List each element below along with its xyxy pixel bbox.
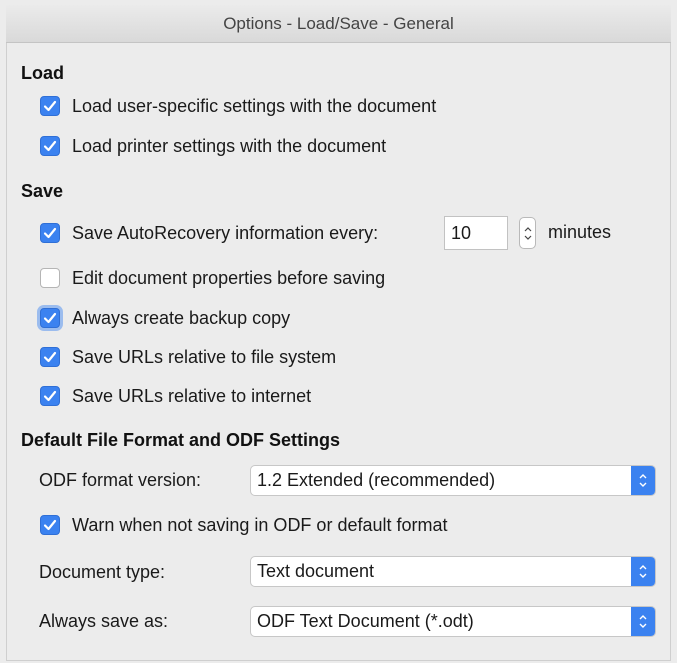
checkbox-checked-icon[interactable] bbox=[40, 515, 60, 535]
checkbox-label: Always create backup copy bbox=[72, 307, 291, 328]
stepper-up-icon[interactable] bbox=[524, 226, 532, 232]
checkbox-label: Edit document properties before saving bbox=[72, 267, 386, 288]
minutes-label: minutes bbox=[548, 222, 612, 242]
checkbox-label: Load printer settings with the document bbox=[72, 135, 387, 156]
checkbox-label: Save URLs relative to internet bbox=[72, 385, 312, 406]
odf-version-select[interactable]: 1.2 Extended (recommended) bbox=[250, 465, 656, 496]
checkbox-checked-icon[interactable] bbox=[40, 136, 60, 156]
document-type-label: Document type: bbox=[39, 562, 166, 582]
edit-properties-checkbox[interactable]: Edit document properties before saving bbox=[40, 265, 385, 291]
always-save-as-select[interactable]: ODF Text Document (*.odt) bbox=[250, 606, 656, 637]
load-printer-settings-checkbox[interactable]: Load printer settings with the document bbox=[40, 133, 386, 159]
checkbox-label: Save AutoRecovery information every: bbox=[72, 222, 379, 243]
always-save-as-label: Always save as: bbox=[39, 611, 169, 631]
format-heading: Default File Format and ODF Settings bbox=[21, 430, 341, 450]
checkbox-checked-icon[interactable] bbox=[40, 386, 60, 406]
autorecovery-minutes-input[interactable]: 10 bbox=[444, 216, 508, 250]
urls-file-system-checkbox[interactable]: Save URLs relative to file system bbox=[40, 344, 336, 370]
select-value: 1.2 Extended (recommended) bbox=[257, 470, 496, 490]
autorecovery-stepper[interactable] bbox=[519, 217, 536, 249]
save-heading: Save bbox=[21, 181, 64, 201]
checkbox-label: Warn when not saving in ODF or default f… bbox=[72, 514, 448, 535]
autorecovery-checkbox[interactable]: Save AutoRecovery information every: bbox=[40, 220, 378, 246]
checkbox-checked-icon[interactable] bbox=[40, 308, 60, 328]
select-arrows-icon[interactable] bbox=[631, 607, 655, 636]
checkbox-checked-icon[interactable] bbox=[40, 96, 60, 116]
checkbox-unchecked-icon[interactable] bbox=[40, 268, 60, 288]
backup-copy-checkbox[interactable]: Always create backup copy bbox=[40, 305, 290, 331]
select-value: ODF Text Document (*.odt) bbox=[257, 611, 474, 631]
warn-not-odf-checkbox[interactable]: Warn when not saving in ODF or default f… bbox=[40, 512, 448, 538]
odf-version-label: ODF format version: bbox=[39, 470, 202, 490]
load-user-settings-checkbox[interactable]: Load user-specific settings with the doc… bbox=[40, 93, 436, 119]
stepper-down-icon[interactable] bbox=[524, 235, 532, 240]
checkbox-checked-icon[interactable] bbox=[40, 223, 60, 243]
document-type-select[interactable]: Text document bbox=[250, 556, 656, 587]
dialog-title: Options - Load/Save - General bbox=[6, 5, 671, 43]
select-arrows-icon[interactable] bbox=[631, 466, 655, 495]
load-heading: Load bbox=[21, 63, 64, 83]
checkbox-label: Load user-specific settings with the doc… bbox=[72, 95, 437, 116]
select-value: Text document bbox=[257, 561, 375, 581]
checkbox-checked-icon[interactable] bbox=[40, 347, 60, 367]
urls-internet-checkbox[interactable]: Save URLs relative to internet bbox=[40, 383, 311, 409]
checkbox-label: Save URLs relative to file system bbox=[72, 346, 337, 367]
select-arrows-icon[interactable] bbox=[631, 557, 655, 586]
